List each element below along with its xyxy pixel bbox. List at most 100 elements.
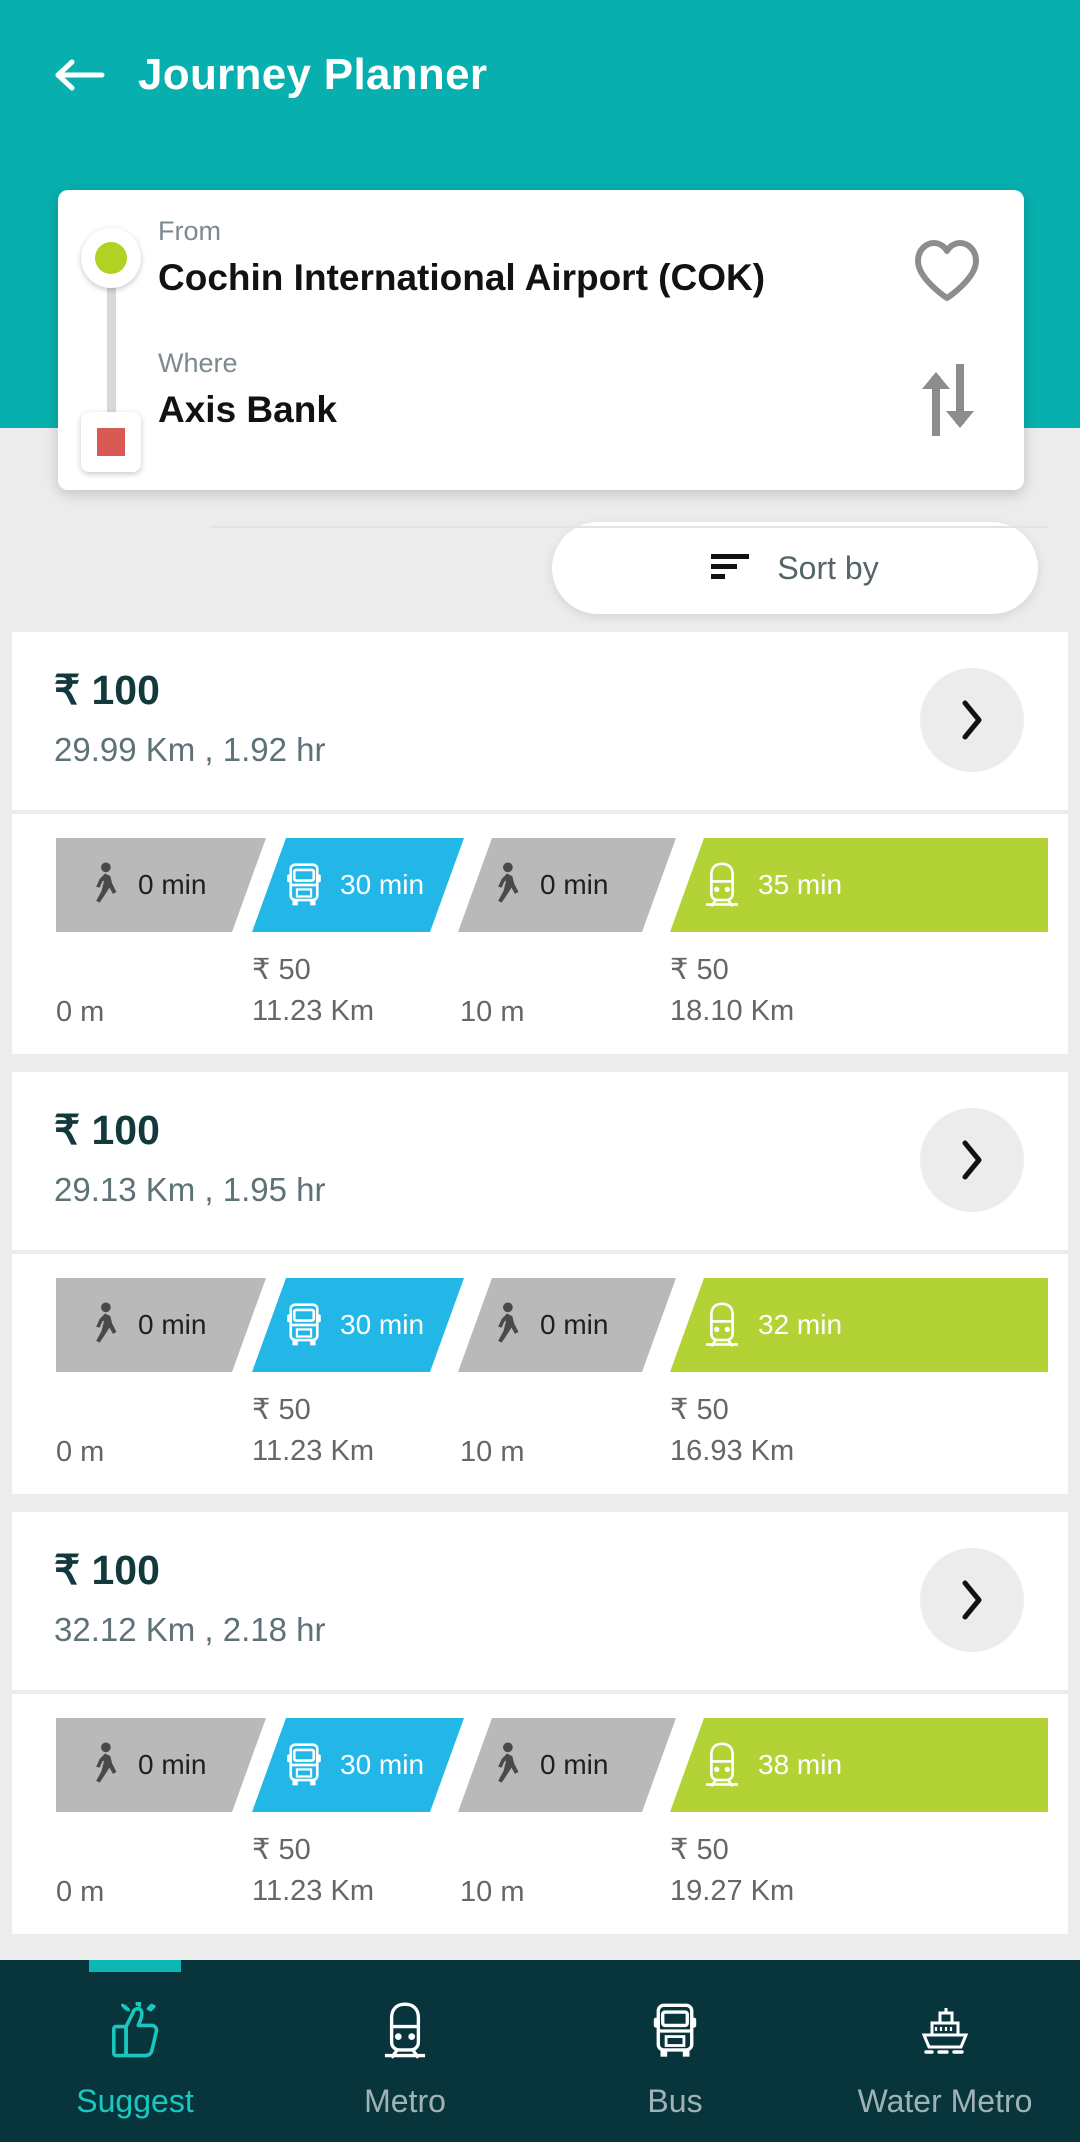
route-leg-detail: ₹ 50 19.27 Km [670,1830,794,1912]
nav-item-label: Suggest [76,2082,194,2119]
route-leg-walk: 0 min [458,1718,676,1812]
route-leg-distance: 19.27 Km [670,1875,795,1908]
route-leg-fare: ₹ 50 [670,1834,729,1866]
walk-icon [492,862,522,908]
route-leg-detail: 0 m [56,1432,104,1473]
walk-icon [90,862,120,908]
walk-icon [492,1302,522,1348]
route-details-chevron-right-icon[interactable] [920,1108,1024,1212]
route-leg-metro: 38 min [670,1718,1048,1812]
nav-item-metro[interactable]: Metro [270,1960,540,2142]
route-leg-duration: 30 min [340,1749,425,1780]
route-details-chevron-right-icon[interactable] [920,1548,1024,1652]
from-label: From [158,216,221,246]
nav-item-label: Bus [647,2082,703,2119]
route-leg-fare: ₹ 50 [252,954,311,986]
route-result-group: ₹ 100 29.13 Km , 1.95 hr 0 min 30 min 0 min 3… [0,1072,1080,1512]
bus-icon [646,2002,704,2065]
route-result-group: ₹ 100 32.12 Km , 2.18 hr 0 min 30 min 0 min 3… [0,1512,1080,1952]
route-leg-distance: 0 m [56,996,105,1028]
route-price: ₹ 100 [54,1107,160,1153]
page-title: Journey Planner [138,50,488,99]
route-price: ₹ 100 [54,667,160,713]
route-leg-duration: 0 min [138,1309,207,1340]
walk-icon [90,1742,120,1788]
route-leg-metro: 35 min [670,838,1048,932]
nav-item-label: Water Metro [857,2082,1033,2119]
route-leg-distance: 10 m [460,1876,525,1908]
route-leg-walk: 0 min [56,838,266,932]
route-leg-metro: 32 min [670,1278,1048,1372]
route-summary-card[interactable]: ₹ 100 32.12 Km , 2.18 hr [12,1512,1068,1690]
train-icon [704,1302,740,1348]
route-leg-distance: 11.23 Km [252,1435,374,1468]
route-leg-fare: ₹ 50 [670,1394,729,1426]
nav-item-water-metro[interactable]: Water Metro [810,1960,1080,2142]
route-leg-distance: 10 m [460,996,525,1028]
route-leg-distance: 11.23 Km [252,995,374,1028]
route-distance-duration: 32.12 Km , 2.18 hr [54,1611,326,1648]
route-leg-bus: 30 min [252,1278,464,1372]
route-results-list[interactable]: ₹ 100 29.99 Km , 1.92 hr 0 min 30 min 0 min 3… [0,632,1080,1960]
from-value: Cochin International Airport (COK) [158,257,766,298]
route-legs-card[interactable]: 0 min 30 min 0 min 38 min 0 m ₹ 50 11.23 Km 10 … [12,1694,1068,1934]
where-field[interactable]: Where Axis Bank [158,348,1004,430]
route-leg-duration: 0 min [138,869,207,900]
nav-item-bus[interactable]: Bus [540,1960,810,2142]
walk-icon [492,1742,522,1788]
route-leg-distance: 11.23 Km [252,1875,374,1908]
route-leg-detail: ₹ 50 11.23 Km [252,1390,374,1472]
route-legs-details: 0 m ₹ 50 11.23 Km 10 m ₹ 50 18.10 Km [56,950,1024,1062]
route-legs-details: 0 m ₹ 50 11.23 Km 10 m ₹ 50 19.27 Km [56,1830,1024,1942]
route-leg-duration: 32 min [758,1309,843,1340]
route-distance-duration: 29.13 Km , 1.95 hr [54,1171,326,1208]
route-leg-fare: ₹ 50 [252,1394,311,1426]
route-leg-duration: 0 min [540,1309,609,1340]
back-arrow-icon[interactable] [52,52,108,98]
heart-icon[interactable] [912,238,982,304]
route-leg-duration: 35 min [758,869,843,900]
where-value: Axis Bank [158,389,337,430]
sort-by-button[interactable]: Sort by [552,522,1038,614]
route-leg-duration: 0 min [138,1749,207,1780]
walk-icon [90,1302,120,1348]
route-legs-bar: 0 min 30 min 0 min 35 min [56,838,1048,932]
bus-icon [286,862,322,908]
route-leg-duration: 30 min [340,1309,425,1340]
origin-marker-icon [81,228,141,288]
journey-planner-screen: Journey Planner From Cochin Internationa… [0,0,1080,2142]
nav-item-suggest[interactable]: Suggest [0,1960,270,2142]
route-summary-card[interactable]: ₹ 100 29.13 Km , 1.95 hr [12,1072,1068,1250]
route-legs-card[interactable]: 0 min 30 min 0 min 32 min 0 m ₹ 50 11.23 Km 10 … [12,1254,1068,1494]
train-icon [704,1742,740,1788]
where-label: Where [158,348,238,378]
route-result-group: ₹ 100 29.99 Km , 1.92 hr 0 min 30 min 0 min 3… [0,632,1080,1072]
route-leg-duration: 30 min [340,869,425,900]
route-leg-distance: 0 m [56,1436,105,1468]
sort-by-label: Sort by [777,550,879,586]
route-summary-card[interactable]: ₹ 100 29.99 Km , 1.92 hr [12,632,1068,810]
route-leg-detail: 0 m [56,992,104,1033]
route-leg-duration: 38 min [758,1749,843,1780]
route-leg-duration: 0 min [540,1749,609,1780]
bottom-navigation[interactable]: Suggest Metro Bus Water Metro [0,1960,1080,2142]
train-icon [376,2002,434,2065]
route-leg-distance: 18.10 Km [670,995,795,1028]
route-price: ₹ 100 [54,1547,160,1593]
swap-vertical-icon[interactable] [912,362,982,438]
route-leg-walk: 0 min [458,1278,676,1372]
route-leg-walk: 0 min [458,838,676,932]
thumbs-up-icon [106,1998,164,2065]
header-bar: Journey Planner [0,0,1080,98]
route-distance-duration: 29.99 Km , 1.92 hr [54,731,326,768]
route-leg-distance: 16.93 Km [670,1435,795,1468]
train-icon [704,862,740,908]
route-legs-bar: 0 min 30 min 0 min 38 min [56,1718,1048,1812]
bus-icon [286,1302,322,1348]
route-details-chevron-right-icon[interactable] [920,668,1024,772]
route-leg-distance: 10 m [460,1436,525,1468]
from-field[interactable]: From Cochin International Airport (COK) [158,216,1004,298]
route-legs-card[interactable]: 0 min 30 min 0 min 35 min 0 m ₹ 50 11.23 Km 10 … [12,814,1068,1054]
sort-lines-icon [711,552,751,585]
destination-marker-icon [81,412,141,472]
